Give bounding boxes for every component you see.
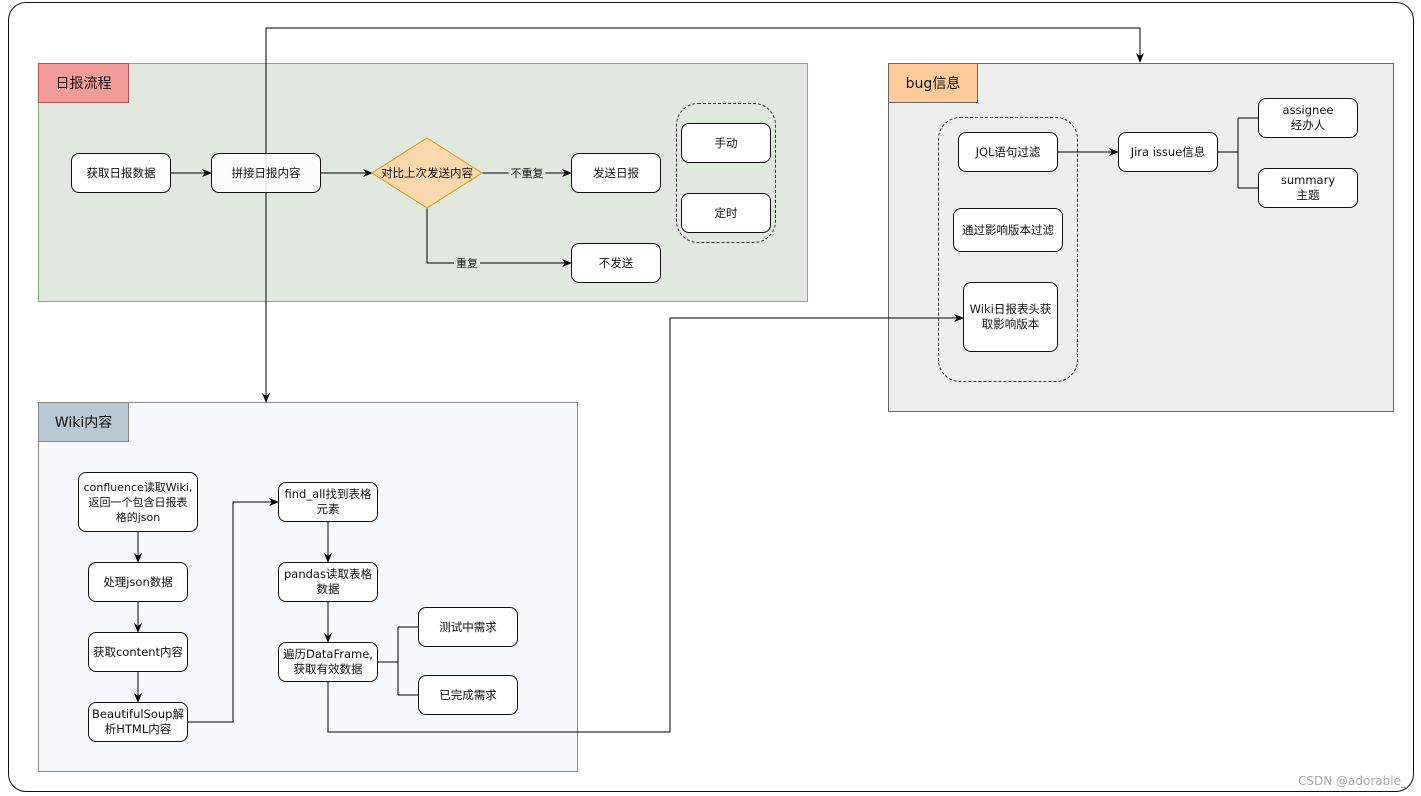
node-manual[interactable]: 手动 — [681, 123, 771, 163]
node-wiki-header-version[interactable]: Wiki日报表头获 取影响版本 — [963, 282, 1058, 352]
node-beautifulsoup-parse[interactable]: BeautifulSoup解 析HTML内容 — [88, 702, 188, 742]
edge-bs-to-findall — [188, 498, 279, 723]
node-no-send[interactable]: 不发送 — [571, 243, 661, 283]
node-compare-decision[interactable]: 对比上次发送内容 — [372, 163, 482, 183]
edge-jira-to-fields — [1218, 117, 1258, 189]
edge-compare-to-nosend — [426, 208, 572, 267]
edge-label-duplicate: 重复 — [454, 255, 480, 271]
node-scheduled[interactable]: 定时 — [681, 193, 771, 233]
node-assignee[interactable]: assignee 经办人 — [1258, 98, 1358, 138]
node-get-daily-data[interactable]: 获取日报数据 — [71, 153, 171, 193]
node-send-daily[interactable]: 发送日报 — [571, 153, 661, 193]
node-pandas-read[interactable]: pandas读取表格 数据 — [278, 562, 378, 602]
watermark: CSDN @adorable_ — [1298, 774, 1407, 788]
node-version-filter[interactable]: 通过影响版本过滤 — [953, 208, 1063, 252]
node-summary[interactable]: summary 主题 — [1258, 168, 1358, 208]
edge-label-not-duplicate: 不重复 — [508, 165, 546, 181]
node-assemble-daily[interactable]: 拼接日报内容 — [211, 153, 321, 193]
node-jira-issue[interactable]: Jira issue信息 — [1118, 132, 1218, 172]
edge-iterate-to-reqs — [378, 626, 418, 696]
edge-iterate-to-wikiheader — [327, 314, 964, 733]
node-find-all[interactable]: find_all找到表格 元素 — [278, 482, 378, 522]
node-get-content[interactable]: 获取content内容 — [88, 632, 188, 672]
node-done-requirements[interactable]: 已完成需求 — [418, 675, 518, 715]
node-testing-requirements[interactable]: 测试中需求 — [418, 607, 518, 647]
node-jql-filter[interactable]: JQL语句过滤 — [958, 132, 1058, 172]
node-process-json[interactable]: 处理json数据 — [88, 562, 188, 602]
node-confluence-read[interactable]: confluence读取Wiki, 返回一个包含日报表 格的json — [78, 472, 198, 532]
node-iterate-dataframe[interactable]: 遍历DataFrame, 获取有效数据 — [278, 642, 378, 682]
